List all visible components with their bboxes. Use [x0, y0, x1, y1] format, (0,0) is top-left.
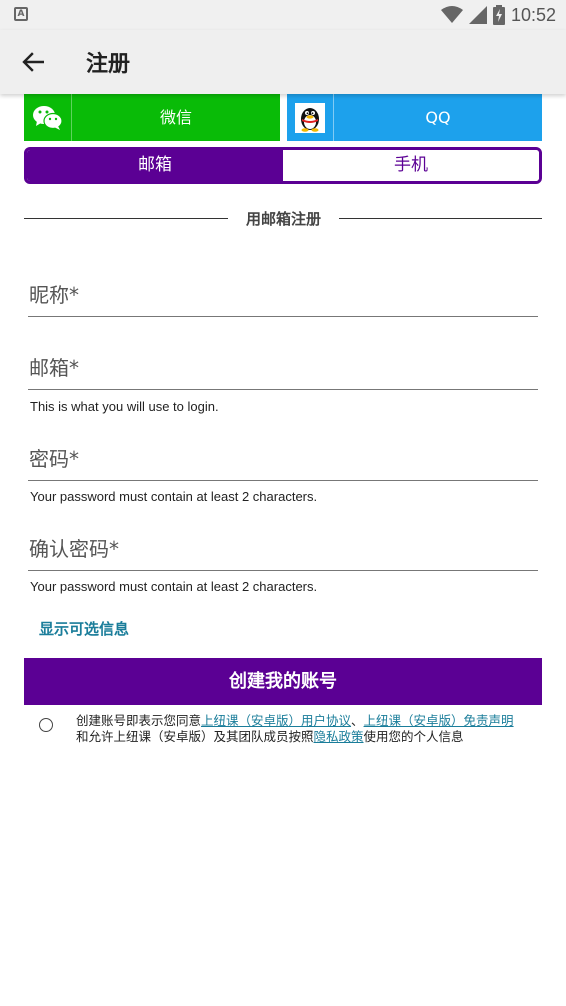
- status-bar: A 10:52: [0, 0, 566, 30]
- wechat-login-button[interactable]: 微信: [24, 94, 280, 141]
- privacy-policy-link[interactable]: 隐私政策: [314, 729, 364, 744]
- password-underline: [28, 480, 538, 481]
- email-field[interactable]: 邮箱*: [28, 353, 538, 390]
- battery-charging-icon: [492, 5, 505, 25]
- agreement-prefix: 创建账号即表示您同意: [76, 713, 202, 728]
- back-button[interactable]: [14, 44, 52, 80]
- agreement-separator: 、: [351, 713, 364, 728]
- wechat-icon-container: [24, 94, 72, 141]
- divider-line-right: [339, 218, 542, 219]
- confirm-password-helper-text: Your password must contain at least 2 ch…: [30, 579, 318, 594]
- status-time: 10:52: [510, 4, 556, 25]
- nickname-field[interactable]: 昵称*: [28, 280, 538, 317]
- qq-penguin-icon: [295, 102, 325, 133]
- wechat-label: 微信: [159, 108, 192, 127]
- disclaimer-link[interactable]: 上纽课（安卓版）免责声明: [364, 713, 514, 728]
- nickname-underline: [28, 316, 538, 317]
- nickname-label: 昵称*: [29, 283, 79, 307]
- signal-icon: [468, 6, 487, 24]
- page-title: 注册: [86, 52, 131, 77]
- wifi-icon: [440, 6, 463, 23]
- section-heading: 用邮箱注册: [245, 210, 321, 228]
- agreement-radio[interactable]: [39, 718, 53, 732]
- app-bar: 注册: [0, 30, 566, 94]
- show-optional-info-link[interactable]: 显示可选信息: [39, 618, 129, 639]
- tab-phone[interactable]: 手机: [283, 150, 539, 181]
- qq-icon-container: [287, 94, 334, 141]
- wechat-icon: [32, 105, 63, 130]
- create-account-button[interactable]: 创建我的账号: [24, 658, 542, 705]
- agreement-text: 创建账号即表示您同意上纽课（安卓版）用户协议、上纽课（安卓版）免责声明和允许上纽…: [76, 713, 546, 745]
- email-helper-text: This is what you will use to login.: [30, 399, 219, 414]
- section-divider: 用邮箱注册: [24, 208, 542, 230]
- agreement-suffix: 使用您的个人信息: [363, 729, 464, 744]
- status-icons: 10:52: [440, 4, 556, 26]
- password-helper-text: Your password must contain at least 2 ch…: [30, 489, 318, 504]
- arrow-back-icon: [22, 52, 44, 72]
- email-underline: [28, 389, 538, 390]
- qq-label: QQ: [425, 108, 451, 127]
- qq-login-button[interactable]: QQ: [287, 94, 542, 141]
- confirm-password-underline: [28, 570, 538, 571]
- user-agreement-link[interactable]: 上纽课（安卓版）用户协议: [201, 713, 351, 728]
- agreement-row: 创建账号即表示您同意上纽课（安卓版）用户协议、上纽课（安卓版）免责声明和允许上纽…: [24, 712, 542, 752]
- email-label: 邮箱*: [29, 356, 79, 380]
- divider-line-left: [24, 218, 228, 219]
- a-icon: A: [14, 7, 28, 21]
- tab-email[interactable]: 邮箱: [27, 150, 283, 181]
- signup-method-toggle: 邮箱 手机: [24, 147, 542, 184]
- agreement-middle: 和允许上纽课（安卓版）及其团队成员按照: [76, 729, 314, 744]
- social-login-row: 微信 QQ: [24, 94, 542, 141]
- confirm-password-label: 确认密码*: [29, 537, 119, 561]
- password-field[interactable]: 密码*: [28, 444, 538, 481]
- confirm-password-field[interactable]: 确认密码*: [28, 534, 538, 571]
- password-label: 密码*: [29, 447, 79, 471]
